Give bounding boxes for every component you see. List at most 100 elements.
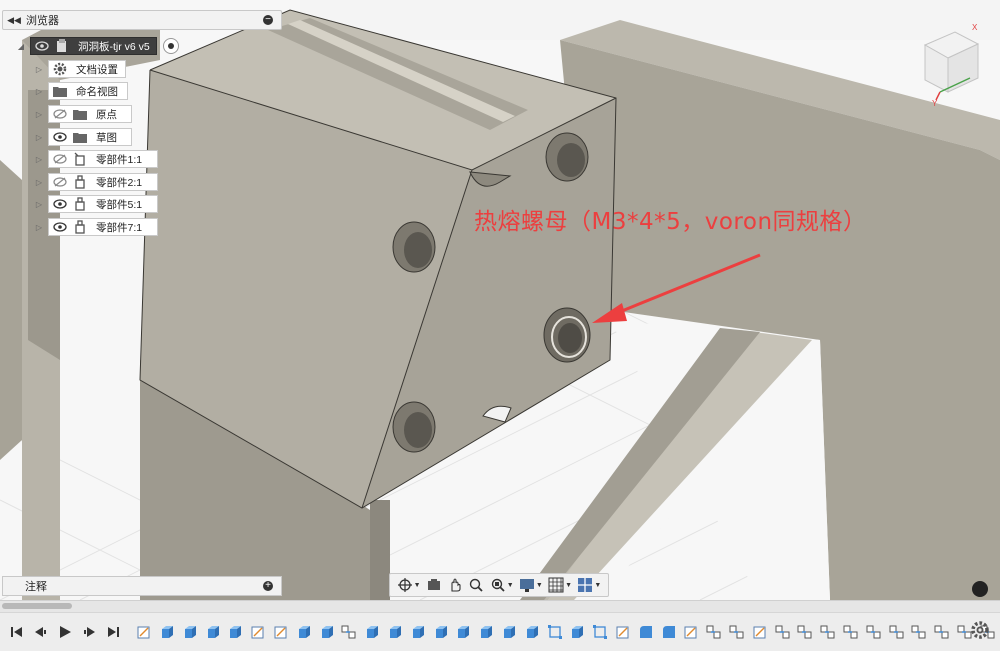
component-icon [72, 197, 88, 211]
timeline-joint-feature-icon[interactable] [932, 623, 953, 641]
tree-item-component-5[interactable]: ▷ 零部件5:1 [34, 195, 158, 213]
timeline-joint-feature-icon[interactable] [840, 623, 861, 641]
axis-y-label: Y [932, 99, 938, 108]
eye-hidden-icon[interactable] [52, 152, 68, 166]
tree-root[interactable]: ◢ 洞洞板-tjr v6 v5 [16, 37, 179, 55]
tree-item-label: 命名视图 [76, 85, 118, 98]
timeline-extrude-feature-icon[interactable] [157, 623, 178, 641]
go-to-start-icon[interactable] [8, 623, 26, 641]
go-to-end-icon[interactable] [104, 623, 122, 641]
timeline-extrude-feature-icon[interactable] [567, 623, 588, 641]
timeline-extrude-feature-icon[interactable] [293, 623, 314, 641]
timeline-joint-feature-icon[interactable] [704, 623, 725, 641]
timeline-extrude-feature-icon[interactable] [498, 623, 519, 641]
timeline-joint-feature-icon[interactable] [339, 623, 360, 641]
timeline-settings-gear-icon[interactable] [970, 620, 990, 640]
tree-item-label: 零部件1:1 [96, 153, 143, 166]
timeline-joint-feature-icon[interactable] [863, 623, 884, 641]
expand-arrow-icon[interactable]: ▷ [34, 200, 44, 209]
timeline-extrude-feature-icon[interactable] [225, 623, 246, 641]
timeline-sketch-feature-icon[interactable] [612, 623, 633, 641]
expand-arrow-icon[interactable]: ▷ [34, 65, 44, 74]
component-icon [72, 175, 88, 189]
pan-icon[interactable] [447, 576, 463, 594]
timeline-extrude-feature-icon[interactable] [521, 623, 542, 641]
timeline-sketch-feature-icon[interactable] [749, 623, 770, 641]
timeline-rect-feature-icon[interactable] [544, 623, 565, 641]
expand-arrow-icon[interactable]: ▷ [34, 110, 44, 119]
app-status-icon[interactable] [972, 581, 988, 597]
tree-item-label: 草图 [96, 131, 117, 144]
expand-plus-icon[interactable]: + [263, 581, 273, 591]
folder-icon [52, 84, 68, 98]
timeline-extrude-feature-icon[interactable] [453, 623, 474, 641]
folder-icon [72, 107, 88, 121]
3d-viewport[interactable]: X Y [0, 0, 1000, 600]
display-settings-icon[interactable]: ▼ [519, 576, 543, 594]
timeline-features [134, 623, 1000, 641]
zoom-icon[interactable] [468, 576, 484, 594]
notes-panel-header[interactable]: 注释 + [2, 576, 282, 596]
timeline-sketch-feature-icon[interactable] [271, 623, 292, 641]
eye-icon[interactable] [52, 130, 68, 144]
component-link-icon [72, 152, 88, 166]
timeline-extrude-feature-icon[interactable] [179, 623, 200, 641]
tree-item-origin[interactable]: ▷ 原点 [34, 105, 132, 123]
timeline-fillet-feature-icon[interactable] [635, 623, 656, 641]
expand-arrow-icon[interactable]: ▷ [34, 178, 44, 187]
timeline-sketch-feature-icon[interactable] [248, 623, 269, 641]
gear-icon [52, 62, 68, 76]
eye-hidden-icon[interactable] [52, 175, 68, 189]
timeline-joint-feature-icon[interactable] [886, 623, 907, 641]
timeline-fillet-feature-icon[interactable] [658, 623, 679, 641]
expand-arrow-icon[interactable]: ▷ [34, 155, 44, 164]
scrollbar-thumb[interactable] [2, 603, 72, 609]
expand-arrow-icon[interactable]: ▷ [34, 223, 44, 232]
eye-hidden-icon[interactable] [52, 107, 68, 121]
timeline-joint-feature-icon[interactable] [909, 623, 930, 641]
tree-item-component-2[interactable]: ▷ 零部件2:1 [34, 173, 158, 191]
timeline-joint-feature-icon[interactable] [818, 623, 839, 641]
play-icon[interactable] [56, 623, 74, 641]
viewports-icon[interactable]: ▼ [577, 576, 601, 594]
tree-item-component-7[interactable]: ▷ 零部件7:1 [34, 218, 158, 236]
orbit-icon[interactable]: ▼ [397, 576, 421, 594]
navigation-toolbar: ▼ ▼ ▼ ▼ ▼ [389, 573, 609, 597]
timeline-joint-feature-icon[interactable] [726, 623, 747, 641]
timeline-extrude-feature-icon[interactable] [476, 623, 497, 641]
timeline-extrude-feature-icon[interactable] [430, 623, 451, 641]
tree-item-sketches[interactable]: ▷ 草图 [34, 128, 132, 146]
timeline-extrude-feature-icon[interactable] [407, 623, 428, 641]
timeline-joint-feature-icon[interactable] [772, 623, 793, 641]
browser-panel-header[interactable]: ◀◀ 浏览器 − [2, 10, 282, 30]
eye-icon[interactable] [52, 220, 68, 234]
step-back-icon[interactable] [32, 623, 50, 641]
timeline-sketch-feature-icon[interactable] [134, 623, 155, 641]
fit-icon[interactable]: ▼ [490, 576, 514, 594]
timeline-extrude-feature-icon[interactable] [384, 623, 405, 641]
step-forward-icon[interactable] [80, 623, 98, 641]
expand-arrow-icon[interactable]: ▷ [34, 87, 44, 96]
tree-item-named-views[interactable]: ▷ 命名视图 [34, 82, 128, 100]
root-label: 洞洞板-tjr v6 v5 [78, 40, 150, 53]
expand-arrow-icon[interactable]: ▷ [34, 133, 44, 142]
timeline-rect-feature-icon[interactable] [590, 623, 611, 641]
expand-arrow-icon[interactable]: ◢ [16, 42, 26, 51]
heat-insert-hole [543, 307, 591, 363]
collapse-panel-icon[interactable]: ◀◀ [6, 15, 22, 26]
grid-icon[interactable]: ▼ [548, 576, 572, 594]
timeline-joint-feature-icon[interactable] [795, 623, 816, 641]
timeline-extrude-feature-icon[interactable] [316, 623, 337, 641]
minimize-icon[interactable]: − [263, 15, 273, 25]
look-at-icon[interactable] [426, 576, 442, 594]
tree-item-component-1[interactable]: ▷ 零部件1:1 [34, 150, 158, 168]
timeline-sketch-feature-icon[interactable] [681, 623, 702, 641]
tree-item-doc-settings[interactable]: ▷ 文档设置 [34, 60, 126, 78]
timeline-bar [0, 612, 1000, 651]
activate-target-icon[interactable] [162, 38, 179, 54]
eye-icon[interactable] [34, 39, 50, 53]
timeline-extrude-feature-icon[interactable] [202, 623, 223, 641]
eye-icon[interactable] [52, 197, 68, 211]
timeline-extrude-feature-icon[interactable] [362, 623, 383, 641]
annotation-label: 热熔螺母（M3*4*5，voron同规格） [474, 209, 867, 235]
